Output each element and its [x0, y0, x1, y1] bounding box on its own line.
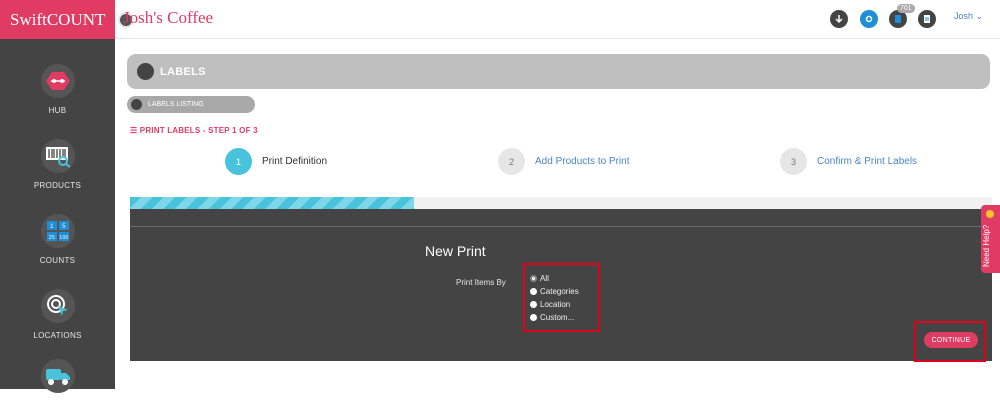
page-title: LABELS [160, 65, 206, 78]
page-title-bar: LABELS [127, 54, 990, 89]
document-icon[interactable] [918, 10, 936, 28]
labels-listing-back-button[interactable]: LABELS LISTING [127, 96, 255, 113]
svg-text:100: 100 [59, 235, 68, 241]
user-menu[interactable]: Josh ⌄ [954, 11, 983, 22]
svg-text:25: 25 [48, 235, 54, 241]
radio-custom[interactable]: Custom... [530, 313, 574, 322]
sidebar-item-label: LOCATIONS [33, 331, 82, 340]
step-label: Add Products to Print [535, 156, 630, 167]
sidebar-item-delivery[interactable] [0, 345, 115, 420]
step-number: 3 [780, 148, 807, 175]
radio-label: Custom... [540, 313, 575, 322]
sidebar-item-locations[interactable]: LOCATIONS [0, 275, 115, 350]
sidebar: SwiftCOUNT HUB PRODUCTS 1 5 25 100 COUNTS L… [0, 0, 115, 393]
download-icon[interactable] [830, 10, 848, 28]
step-progress-bar [130, 197, 992, 209]
svg-text:5: 5 [62, 224, 66, 230]
hub-icon [40, 64, 75, 98]
brand-logo[interactable]: SwiftCOUNT [0, 0, 115, 39]
settings-gear-icon[interactable] [860, 10, 878, 28]
step-label: Confirm & Print Labels [817, 156, 918, 167]
back-arrow-icon [131, 99, 142, 110]
sidebar-item-label: PRODUCTS [33, 181, 82, 190]
radio-button[interactable] [530, 275, 537, 282]
continue-button[interactable]: CONTINUE [924, 332, 978, 348]
print-items-by-label: Print Items By [456, 278, 506, 287]
svg-text:1: 1 [50, 224, 54, 230]
step-label: Print Definition [262, 156, 328, 167]
radio-categories[interactable]: Categories [530, 287, 579, 296]
progress-fill [130, 197, 415, 209]
truck-icon [40, 359, 75, 393]
help-face-icon [986, 210, 994, 218]
shop-name[interactable]: Josh's Coffee [123, 8, 213, 28]
location-target-icon [40, 289, 75, 323]
radio-label: Categories [540, 287, 579, 296]
barcode-search-icon [40, 139, 75, 173]
sidebar-item-hub[interactable]: HUB [0, 50, 115, 125]
notification-count-badge: 701 [897, 4, 915, 13]
need-help-tab[interactable]: Need Help? [981, 205, 1000, 273]
back-button-label: LABELS LISTING [148, 101, 204, 108]
step-2[interactable]: 2 Add Products to Print [498, 148, 630, 175]
step-number: 2 [498, 148, 525, 175]
radio-button[interactable] [530, 288, 537, 295]
step-number: 1 [225, 148, 252, 175]
radio-all[interactable]: All [530, 274, 549, 283]
labels-icon [137, 63, 154, 80]
layers-icon: ☰ [130, 126, 140, 135]
need-help-label: Need Help? [982, 224, 991, 267]
step-3[interactable]: 3 Confirm & Print Labels [780, 148, 917, 175]
print-definition-panel: New Print Print Items By All Categories … [130, 209, 992, 362]
sidebar-item-products[interactable]: PRODUCTS [0, 125, 115, 200]
radio-button[interactable] [530, 314, 537, 321]
radio-location[interactable]: Location [530, 300, 570, 309]
sidebar-item-counts[interactable]: 1 5 25 100 COUNTS [0, 200, 115, 275]
radio-button[interactable] [530, 301, 537, 308]
step-title: ☰ PRINT LABELS - STEP 1 OF 3 [130, 126, 258, 135]
sidebar-item-label: COUNTS [39, 256, 76, 265]
step-1[interactable]: 1 Print Definition [225, 148, 327, 175]
radio-label: Location [540, 300, 571, 309]
radio-label: All [540, 274, 549, 283]
panel-divider [130, 226, 992, 227]
sidebar-item-label: HUB [48, 106, 67, 115]
form-heading: New Print [425, 243, 486, 259]
counts-grid-icon: 1 5 25 100 [40, 214, 75, 248]
